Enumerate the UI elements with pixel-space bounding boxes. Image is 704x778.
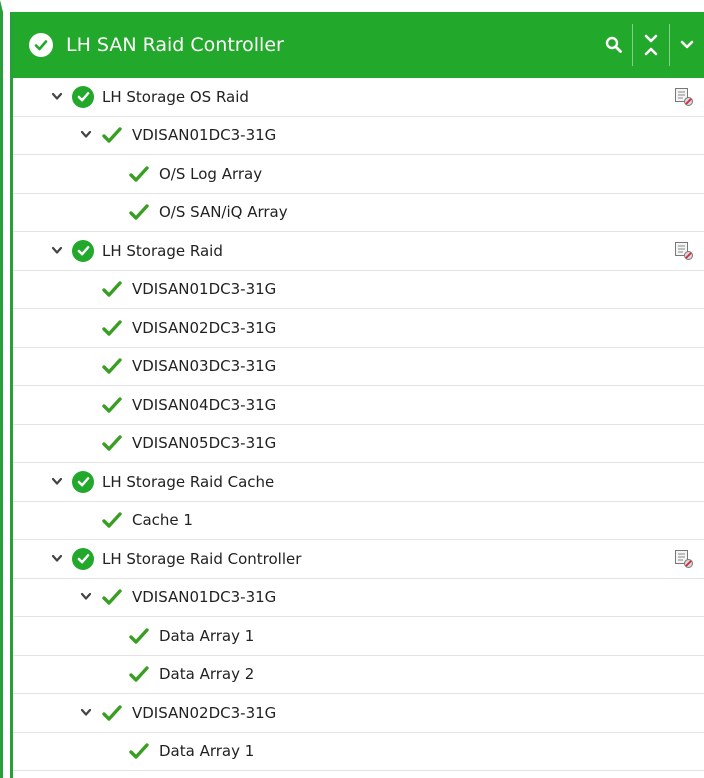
report-icon[interactable]	[674, 87, 694, 107]
chevron-down-icon[interactable]	[79, 706, 93, 720]
tree-row[interactable]: VDISAN02DC3-31G	[13, 309, 704, 348]
tree-row-label: VDISAN01DC3-31G	[132, 588, 277, 607]
check-icon	[101, 432, 123, 454]
chevron-down-icon[interactable]	[50, 552, 64, 566]
widget-title: LH SAN Raid Controller	[66, 34, 284, 56]
tree-row-label: VDISAN01DC3-31G	[132, 126, 277, 145]
tree-row-label: LH Storage Raid	[102, 241, 223, 260]
check-icon	[101, 355, 123, 377]
tree-row-label: VDISAN03DC3-31G	[132, 357, 277, 376]
check-icon	[128, 163, 150, 185]
tree-row[interactable]: VDISAN03DC3-31G	[13, 348, 704, 386]
search-button[interactable]	[596, 25, 632, 65]
check-icon	[128, 625, 150, 647]
tree-row-label: O/S Log Array	[159, 164, 263, 183]
check-circle-icon	[72, 470, 94, 493]
check-icon	[101, 394, 123, 416]
tree-row-label: Data Array 2	[159, 665, 255, 684]
check-icon	[101, 124, 123, 146]
tree-list: LH Storage OS Raid VDISAN01DC3-31G O/S L…	[13, 78, 704, 771]
tree-row[interactable]: VDISAN04DC3-31G	[13, 386, 704, 425]
check-icon	[101, 317, 123, 339]
collapse-expand-icon	[644, 34, 658, 56]
tree-row-label: Data Array 1	[159, 742, 255, 761]
chevron-down-icon[interactable]	[50, 475, 64, 489]
collapse-expand-all-button[interactable]	[633, 25, 669, 65]
search-icon	[605, 36, 622, 53]
tree-row[interactable]: VDISAN02DC3-31G	[13, 694, 704, 733]
tree-row[interactable]: LH Storage Raid Controller	[13, 540, 704, 579]
tree-row[interactable]: Data Array 1	[13, 733, 704, 771]
tree-row-label: LH Storage Raid Controller	[102, 549, 302, 568]
check-icon	[101, 586, 123, 608]
tree-row-label: Data Array 1	[159, 626, 255, 645]
chevron-down-icon	[680, 40, 694, 49]
tree-row[interactable]: VDISAN01DC3-31G	[13, 271, 704, 309]
check-icon	[101, 509, 123, 531]
tree-row[interactable]: VDISAN01DC3-31G	[13, 117, 704, 155]
tree-row-label: VDISAN05DC3-31G	[132, 434, 277, 453]
check-circle-icon	[72, 85, 94, 108]
tree-row-label: VDISAN01DC3-31G	[132, 280, 277, 299]
tree-row-label: LH Storage Raid Cache	[102, 472, 275, 491]
tree-row[interactable]: Data Array 2	[13, 656, 704, 694]
tree-row[interactable]: O/S SAN/iQ Array	[13, 194, 704, 232]
chevron-down-icon[interactable]	[79, 590, 93, 604]
tree-row-label: O/S SAN/iQ Array	[159, 203, 288, 222]
tree-row[interactable]: Cache 1	[13, 502, 704, 540]
chevron-down-icon[interactable]	[50, 90, 64, 104]
check-icon	[101, 278, 123, 300]
widget-header: LH SAN Raid Controller	[13, 12, 704, 78]
report-icon[interactable]	[674, 549, 694, 569]
tree-row[interactable]: LH Storage Raid Cache	[13, 463, 704, 502]
tree-row[interactable]: LH Storage OS Raid	[13, 78, 704, 117]
check-circle-icon	[29, 33, 53, 57]
tree-row-label: VDISAN04DC3-31G	[132, 395, 277, 414]
check-circle-icon	[72, 547, 94, 570]
menu-dropdown-button[interactable]	[670, 25, 704, 65]
check-icon	[128, 201, 150, 223]
tree-row-label: VDISAN02DC3-31G	[132, 703, 277, 722]
check-icon	[101, 702, 123, 724]
chevron-down-icon[interactable]	[50, 244, 64, 258]
check-circle-icon	[72, 239, 94, 262]
check-icon	[128, 663, 150, 685]
tree-row[interactable]: VDISAN01DC3-31G	[13, 579, 704, 617]
check-icon	[128, 740, 150, 762]
tree-row[interactable]: Data Array 1	[13, 617, 704, 656]
tree-row-label: VDISAN02DC3-31G	[132, 318, 277, 337]
tree-row[interactable]: VDISAN05DC3-31G	[13, 425, 704, 463]
tree-row-label: LH Storage OS Raid	[102, 87, 249, 106]
chevron-down-icon[interactable]	[79, 128, 93, 142]
tree-row-label: Cache 1	[132, 511, 193, 530]
tree-row[interactable]: O/S Log Array	[13, 155, 704, 194]
tree-row[interactable]: LH Storage Raid	[13, 232, 704, 271]
report-icon[interactable]	[674, 241, 694, 261]
